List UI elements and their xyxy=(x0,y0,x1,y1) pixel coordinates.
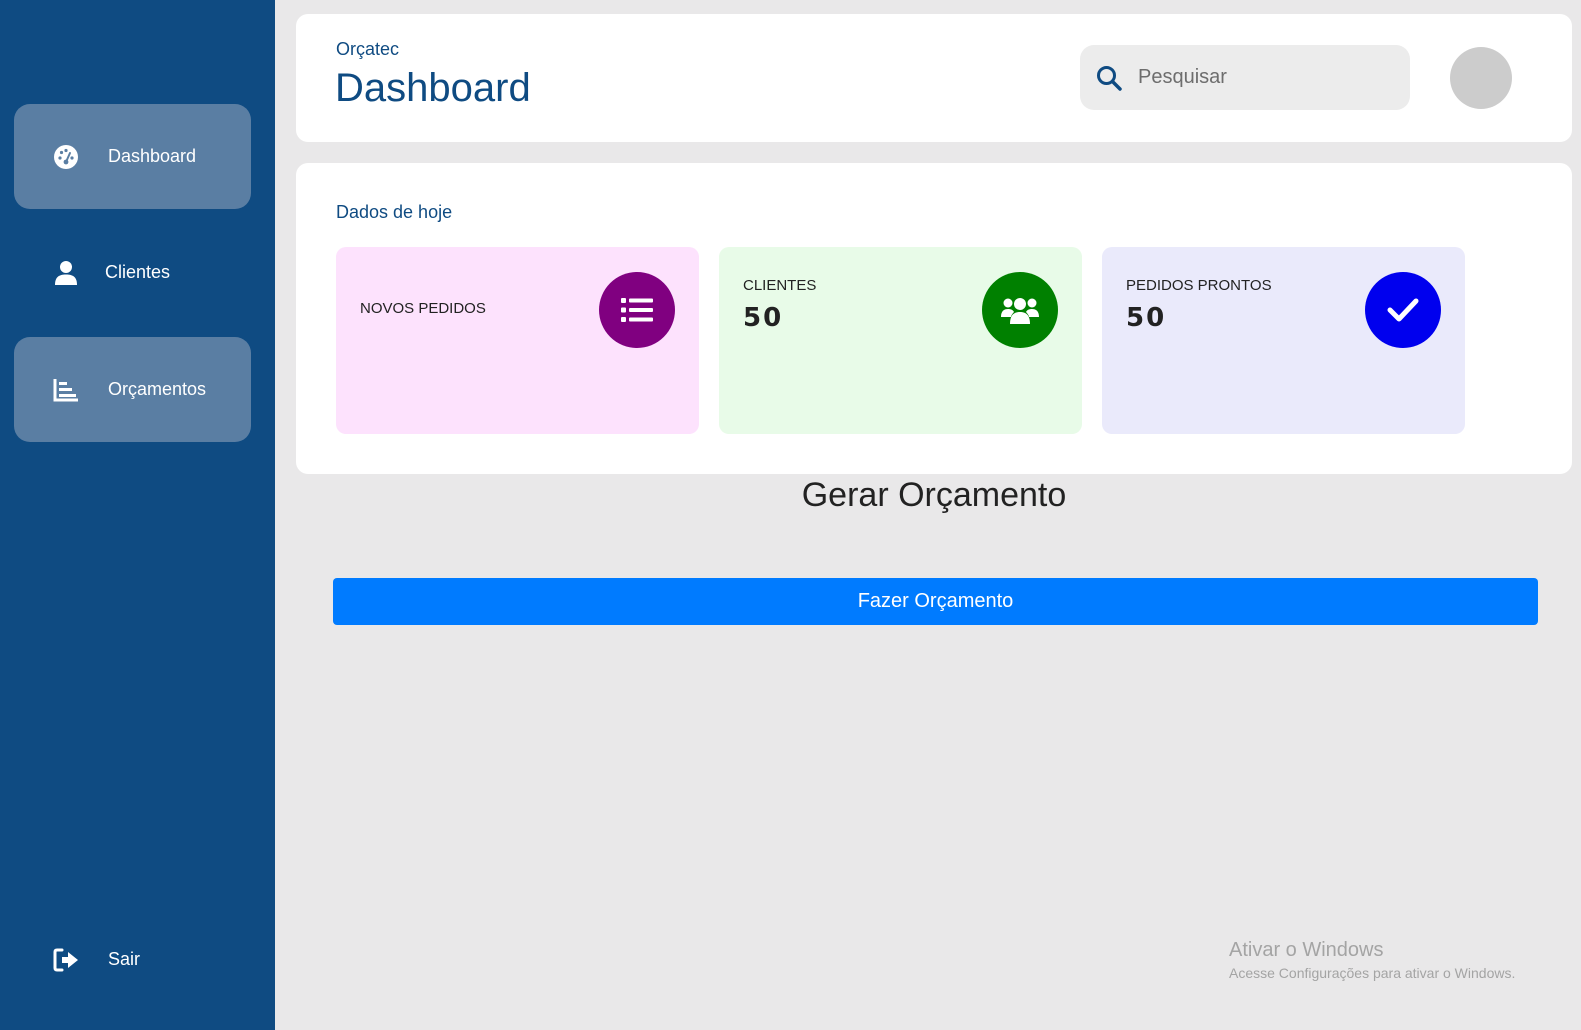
watermark-subtitle: Acesse Configurações para ativar o Windo… xyxy=(1229,965,1516,981)
sidebar-item-label: Dashboard xyxy=(108,146,197,166)
make-quote-button[interactable]: Fazer Orçamento xyxy=(333,578,1538,625)
sign-out-icon xyxy=(52,946,80,974)
today-stats-panel: Dados de hoje NOVOS PEDIDOS CLIENTES 50 xyxy=(296,163,1572,474)
panel-title: Dados de hoje xyxy=(336,202,453,222)
generate-quote-title: Gerar Orçamento xyxy=(801,476,1067,514)
logout-button[interactable]: Sair xyxy=(14,907,251,1012)
stat-card-clientes: CLIENTES 50 xyxy=(719,247,1082,434)
tachometer-icon xyxy=(52,143,80,171)
stat-value: 50 xyxy=(1126,303,1167,333)
check-icon xyxy=(1365,272,1441,348)
search-box[interactable] xyxy=(1080,45,1410,110)
chart-bar-icon xyxy=(52,376,80,404)
sidebar-item-label: Orçamentos xyxy=(108,379,207,399)
sidebar-item-orcamentos[interactable]: Orçamentos xyxy=(14,337,251,442)
users-icon xyxy=(982,272,1058,348)
search-input[interactable] xyxy=(1138,57,1393,98)
stat-value: 50 xyxy=(743,303,784,333)
logout-label: Sair xyxy=(108,949,141,969)
watermark-title: Ativar o Windows xyxy=(1229,939,1384,961)
user-icon xyxy=(52,259,80,287)
stat-label: NOVOS PEDIDOS xyxy=(360,300,486,317)
stat-label: PEDIDOS PRONTOS xyxy=(1126,277,1272,294)
list-icon xyxy=(599,272,675,348)
stat-card-novos-pedidos: NOVOS PEDIDOS xyxy=(336,247,699,434)
windows-activation-watermark: Ativar o Windows Acesse Configurações pa… xyxy=(1229,939,1515,981)
page-title: Dashboard xyxy=(335,66,531,110)
sidebar-item-label: Clientes xyxy=(105,262,171,282)
sidebar-item-dashboard[interactable]: Dashboard xyxy=(14,104,251,209)
stat-label: CLIENTES xyxy=(743,277,817,294)
stat-card-pedidos-prontos: PEDIDOS PRONTOS 50 xyxy=(1102,247,1465,434)
avatar[interactable] xyxy=(1450,47,1512,109)
brand-name: Orçatec xyxy=(336,39,400,59)
search-icon[interactable] xyxy=(1096,65,1122,96)
sidebar-item-clientes[interactable]: Clientes xyxy=(14,220,251,325)
sidebar: Dashboard Clientes Orçamentos Sair xyxy=(0,0,275,1030)
header: Orçatec Dashboard xyxy=(296,14,1572,142)
